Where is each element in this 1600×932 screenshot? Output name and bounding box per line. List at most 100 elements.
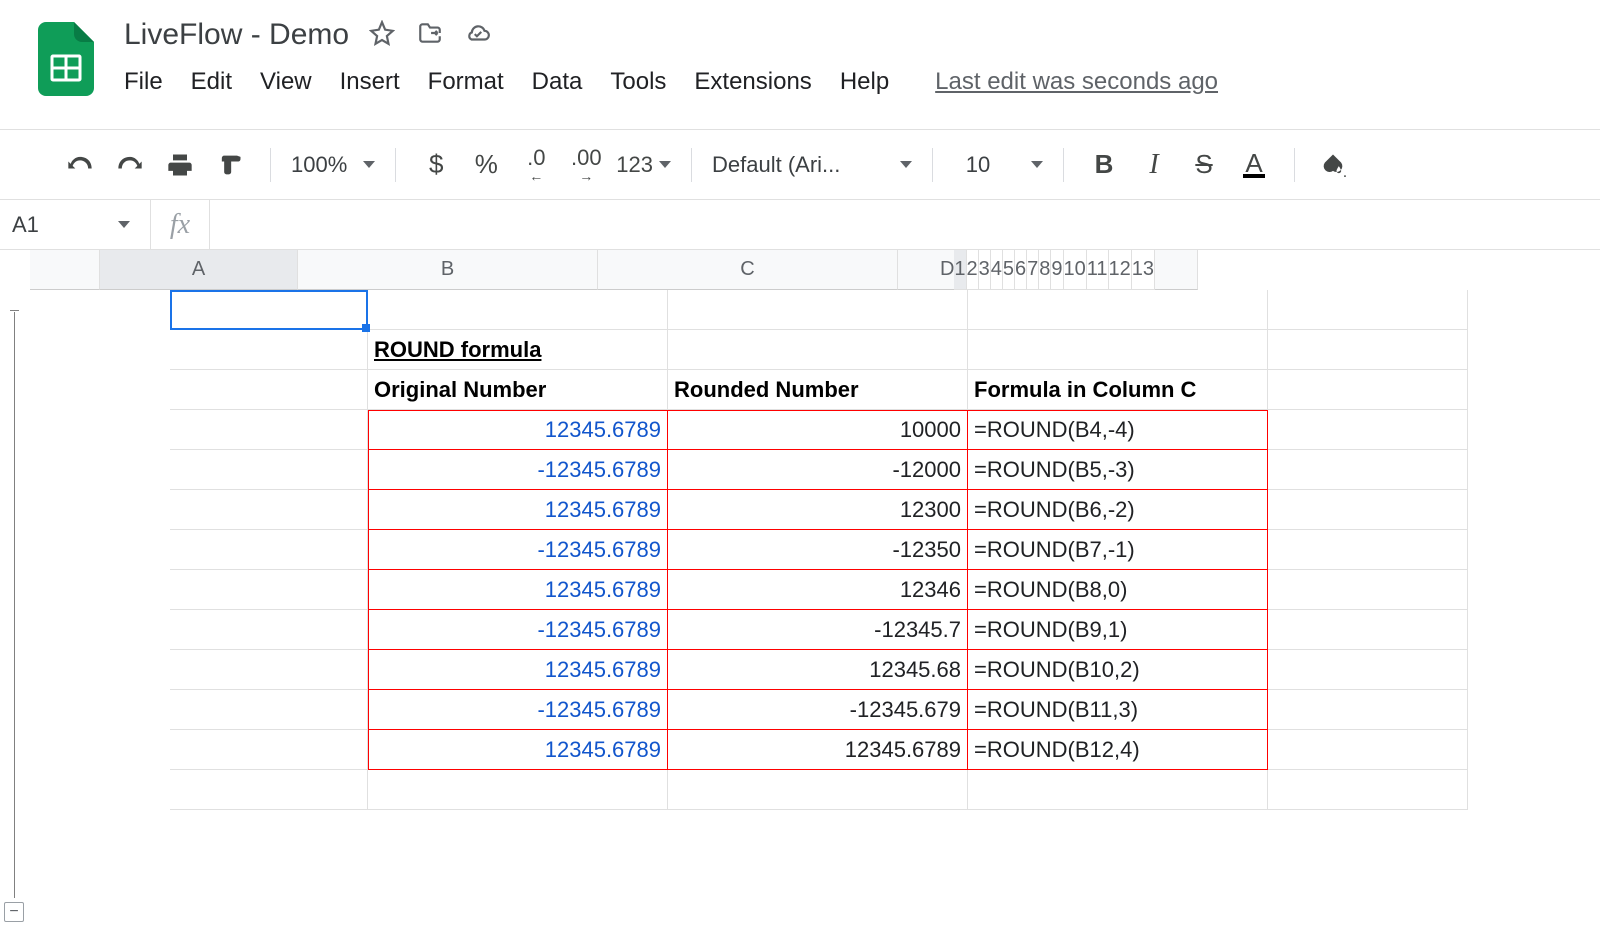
cell-E5[interactable] [1268, 450, 1468, 490]
menu-view[interactable]: View [260, 68, 312, 96]
cell-D4[interactable]: =ROUND(B4,-4) [968, 410, 1268, 450]
cell-A5[interactable] [170, 450, 368, 490]
row-header-6[interactable]: 6 [1015, 250, 1027, 290]
group-indicator[interactable] [14, 312, 15, 898]
row-header-11[interactable]: 11 [1087, 250, 1109, 290]
cell-B1[interactable] [368, 290, 668, 330]
row-header-1[interactable]: 1 [954, 250, 966, 290]
cell-A2[interactable] [170, 330, 368, 370]
cell-C5[interactable]: -12000 [668, 450, 968, 490]
menu-extensions[interactable]: Extensions [694, 68, 811, 96]
cell-D10[interactable]: =ROUND(B10,2) [968, 650, 1268, 690]
row-header-5[interactable]: 5 [1003, 250, 1015, 290]
print-button[interactable] [160, 145, 200, 185]
undo-button[interactable] [60, 145, 100, 185]
cloud-icon[interactable] [465, 20, 491, 51]
cell-A3[interactable] [170, 370, 368, 410]
font-family-select[interactable]: Default (Ari... [712, 145, 912, 185]
cell-E2[interactable] [1268, 330, 1468, 370]
cell-E6[interactable] [1268, 490, 1468, 530]
bold-button[interactable]: B [1084, 145, 1124, 185]
cell-C8[interactable]: 12346 [668, 570, 968, 610]
strikethrough-button[interactable]: S [1184, 145, 1224, 185]
cell-B4[interactable]: 12345.6789 [368, 410, 668, 450]
row-header-4[interactable]: 4 [991, 250, 1003, 290]
cell-D13[interactable] [968, 770, 1268, 810]
cell-A10[interactable] [170, 650, 368, 690]
col-header-B[interactable]: B [298, 250, 598, 290]
col-header-A[interactable]: A [100, 250, 298, 290]
cell-D12[interactable]: =ROUND(B12,4) [968, 730, 1268, 770]
star-icon[interactable] [369, 20, 395, 51]
cell-C7[interactable]: -12350 [668, 530, 968, 570]
cell-B2[interactable]: ROUND formula [368, 330, 668, 370]
collapse-group-button[interactable]: − [4, 902, 24, 922]
menu-help[interactable]: Help [840, 68, 889, 96]
cell-D7[interactable]: =ROUND(B7,-1) [968, 530, 1268, 570]
fill-color-button[interactable]: . [1315, 145, 1355, 185]
cell-A4[interactable] [170, 410, 368, 450]
menu-insert[interactable]: Insert [340, 68, 400, 96]
cell-A13[interactable] [170, 770, 368, 810]
cell-D11[interactable]: =ROUND(B11,3) [968, 690, 1268, 730]
cell-C1[interactable] [668, 290, 968, 330]
cell-D6[interactable]: =ROUND(B6,-2) [968, 490, 1268, 530]
cell-E9[interactable] [1268, 610, 1468, 650]
cell-B3[interactable]: Original Number [368, 370, 668, 410]
row-header-13[interactable]: 13 [1132, 250, 1155, 290]
increase-decimal-button[interactable]: .00→ [566, 145, 606, 185]
currency-button[interactable]: $ [416, 145, 456, 185]
cell-B7[interactable]: -12345.6789 [368, 530, 668, 570]
menu-file[interactable]: File [124, 68, 163, 96]
text-color-button[interactable]: A [1234, 145, 1274, 185]
cell-D2[interactable] [968, 330, 1268, 370]
sheets-logo[interactable] [38, 22, 94, 96]
cell-C4[interactable]: 10000 [668, 410, 968, 450]
redo-button[interactable] [110, 145, 150, 185]
percent-button[interactable]: % [466, 145, 506, 185]
cell-E3[interactable] [1268, 370, 1468, 410]
cell-E10[interactable] [1268, 650, 1468, 690]
row-header-12[interactable]: 12 [1109, 250, 1132, 290]
cell-E11[interactable] [1268, 690, 1468, 730]
more-formats-button[interactable]: 123 [616, 145, 671, 185]
cell-C3[interactable]: Rounded Number [668, 370, 968, 410]
cell-E13[interactable] [1268, 770, 1468, 810]
paint-format-button[interactable] [210, 145, 250, 185]
row-header-7[interactable]: 7 [1027, 250, 1039, 290]
cell-D5[interactable]: =ROUND(B5,-3) [968, 450, 1268, 490]
cell-E7[interactable] [1268, 530, 1468, 570]
cell-D9[interactable]: =ROUND(B9,1) [968, 610, 1268, 650]
row-header-10[interactable]: 10 [1064, 250, 1087, 290]
cell-B8[interactable]: 12345.6789 [368, 570, 668, 610]
row-header-8[interactable]: 8 [1039, 250, 1051, 290]
cell-E12[interactable] [1268, 730, 1468, 770]
spreadsheet-grid[interactable]: A B C D12345678910111213 ROUND formulaOr… [30, 250, 1600, 932]
cell-B12[interactable]: 12345.6789 [368, 730, 668, 770]
cell-B6[interactable]: 12345.6789 [368, 490, 668, 530]
cell-E8[interactable] [1268, 570, 1468, 610]
last-edit-link[interactable]: Last edit was seconds ago [935, 68, 1218, 96]
col-header-C[interactable]: C [598, 250, 898, 290]
row-header-3[interactable]: 3 [979, 250, 991, 290]
doc-title[interactable]: LiveFlow - Demo [124, 18, 349, 52]
cell-D1[interactable] [968, 290, 1268, 330]
zoom-select[interactable]: 100% [291, 152, 375, 178]
cell-A6[interactable] [170, 490, 368, 530]
menu-edit[interactable]: Edit [191, 68, 232, 96]
cell-C13[interactable] [668, 770, 968, 810]
cell-B13[interactable] [368, 770, 668, 810]
cell-B9[interactable]: -12345.6789 [368, 610, 668, 650]
cell-D8[interactable]: =ROUND(B8,0) [968, 570, 1268, 610]
cell-A12[interactable] [170, 730, 368, 770]
cell-E4[interactable] [1268, 410, 1468, 450]
move-icon[interactable] [417, 20, 443, 51]
cell-C9[interactable]: -12345.7 [668, 610, 968, 650]
italic-button[interactable]: I [1134, 145, 1174, 185]
cell-A9[interactable] [170, 610, 368, 650]
cell-C2[interactable] [668, 330, 968, 370]
row-header-9[interactable]: 9 [1051, 250, 1063, 290]
cell-C12[interactable]: 12345.6789 [668, 730, 968, 770]
cell-A7[interactable] [170, 530, 368, 570]
cell-C11[interactable]: -12345.679 [668, 690, 968, 730]
